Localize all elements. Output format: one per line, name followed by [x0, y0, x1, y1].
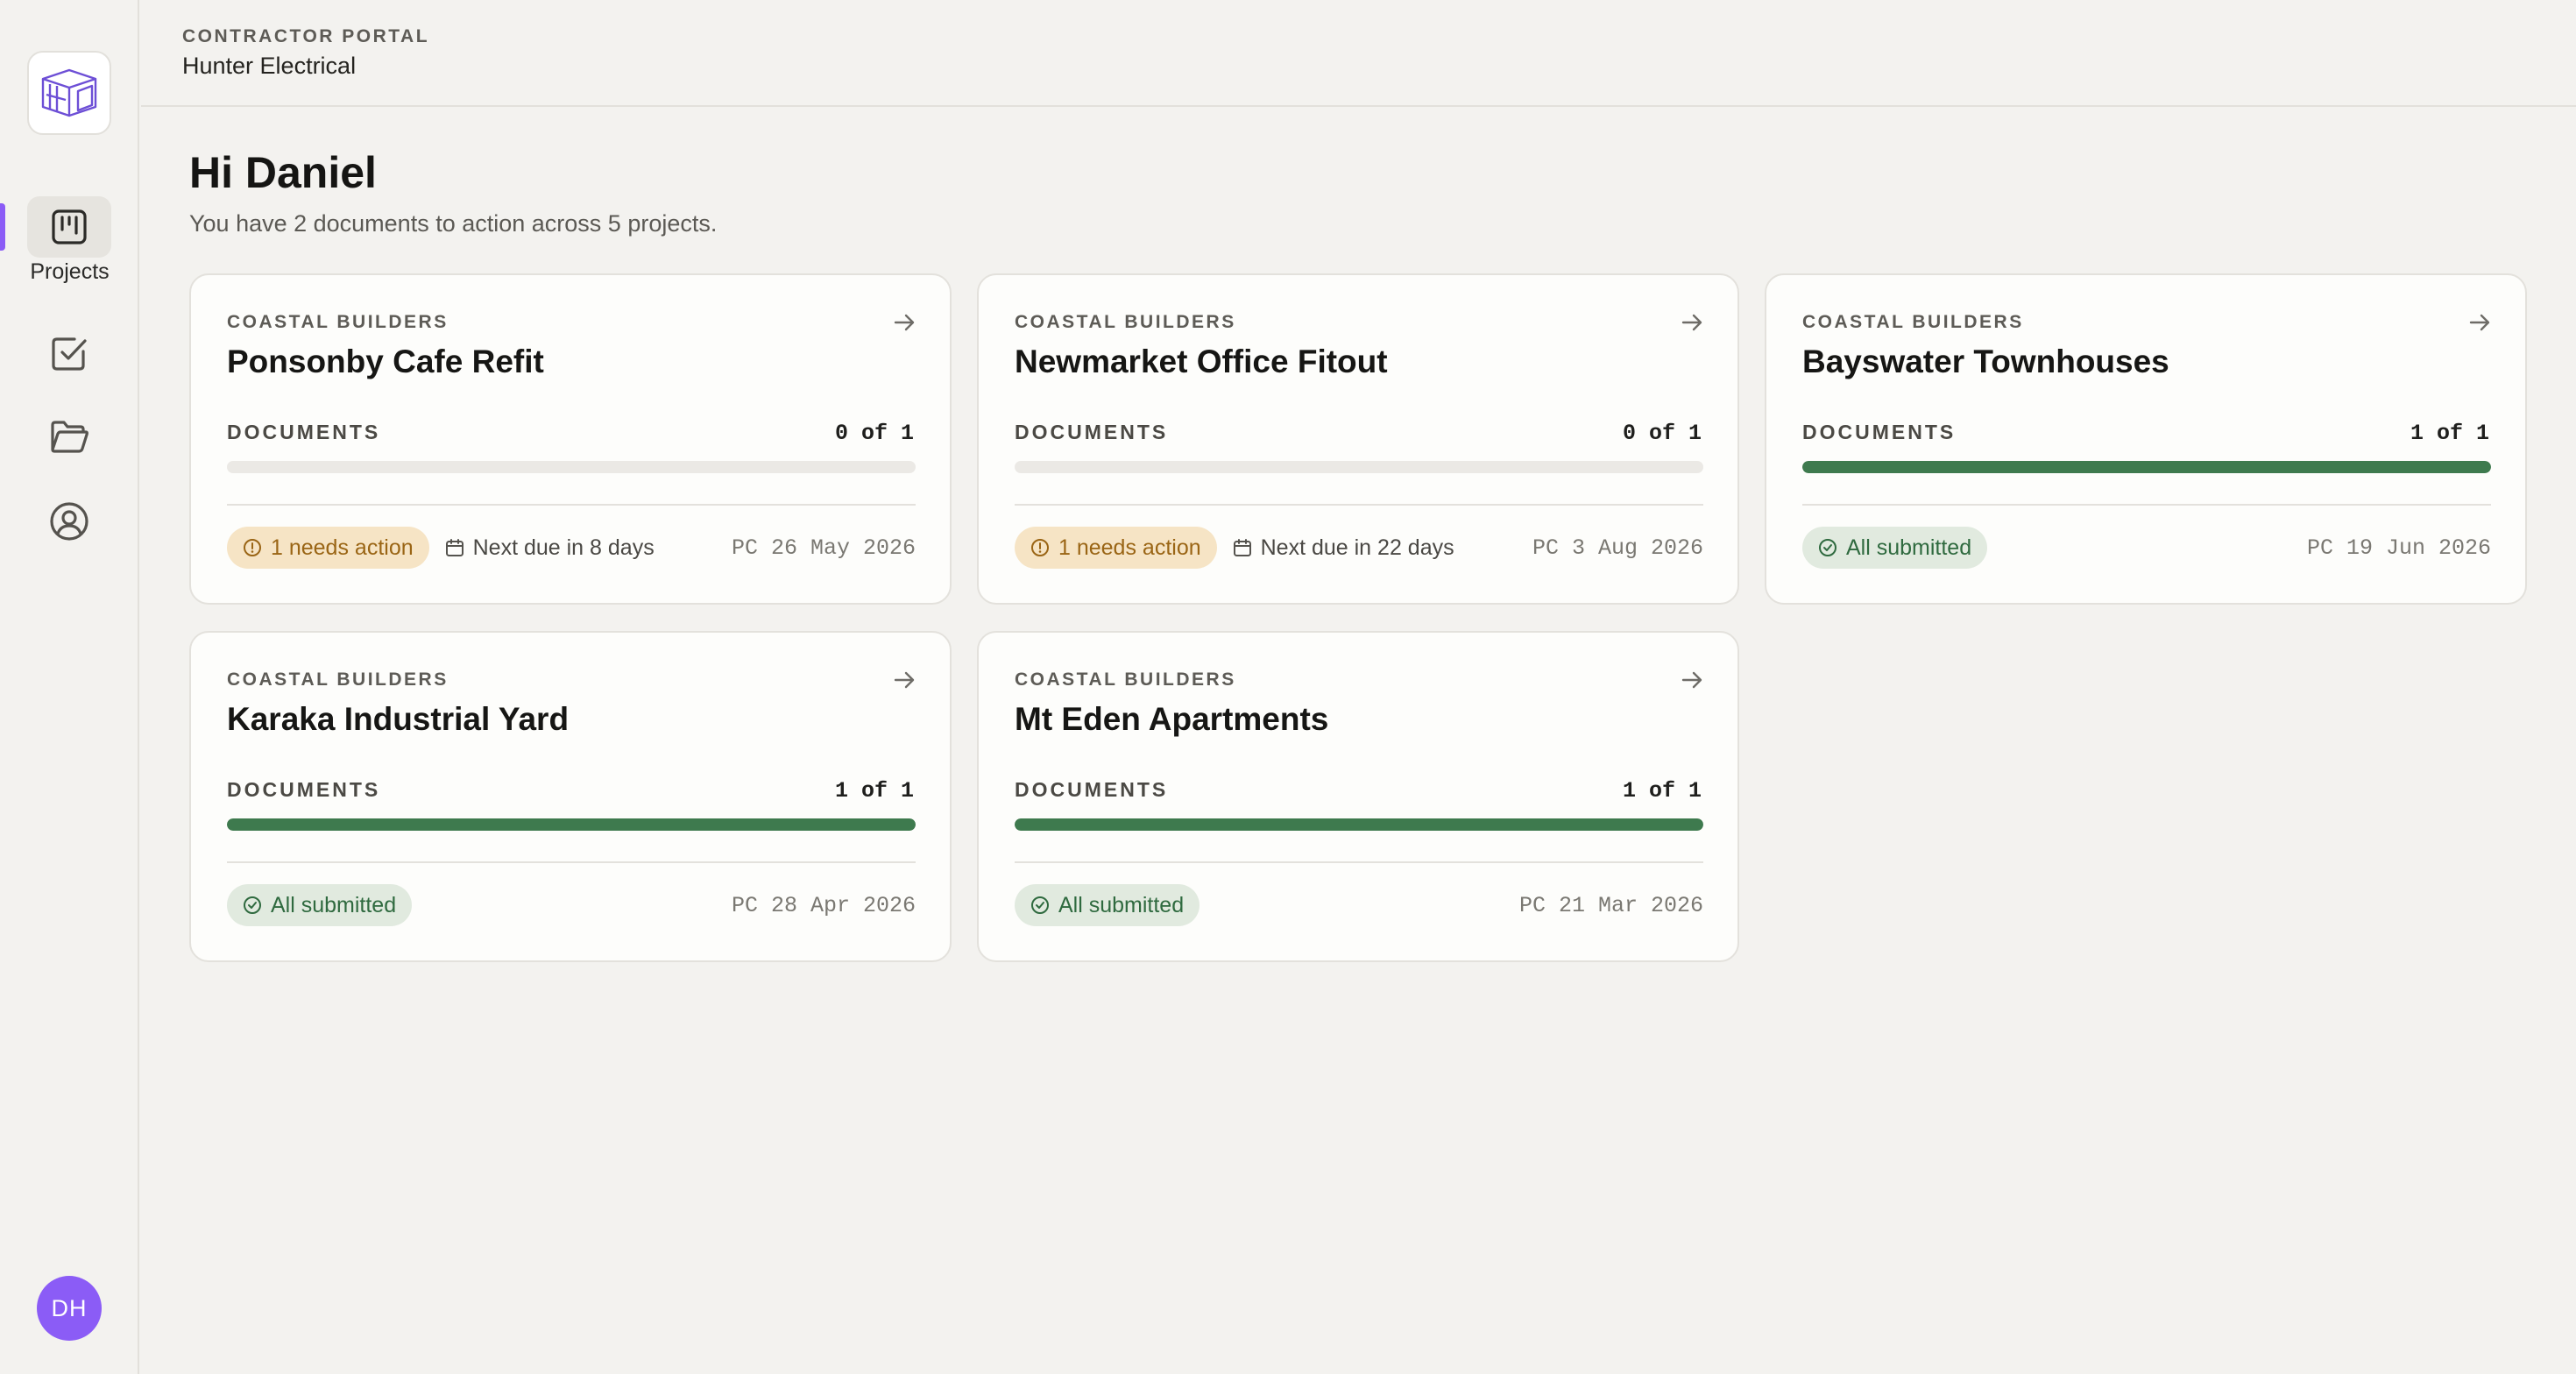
- documents-progress-fill: [227, 818, 916, 831]
- nav-account[interactable]: [27, 491, 111, 552]
- builder-name: COASTAL BUILDERS: [1802, 312, 2024, 332]
- documents-progress-bar: [1015, 818, 1703, 831]
- arrow-right-icon[interactable]: [2467, 310, 2492, 335]
- alert-circle-icon: [244, 539, 261, 556]
- project-title[interactable]: Karaka Industrial Yard: [227, 701, 569, 738]
- checkbox-icon: [52, 337, 87, 371]
- card-divider: [1802, 504, 2491, 506]
- documents-count: 0 of 1: [1622, 421, 1702, 446]
- company-name: Hunter Electrical: [182, 53, 357, 79]
- project-title[interactable]: Ponsonby Cafe Refit: [227, 344, 544, 380]
- check-circle-icon: [1819, 539, 1836, 556]
- check-circle-icon: [1031, 896, 1049, 914]
- project-title[interactable]: Mt Eden Apartments: [1015, 701, 1328, 738]
- builder-name: COASTAL BUILDERS: [227, 669, 449, 690]
- arrow-right-icon[interactable]: [1680, 668, 1704, 692]
- practical-completion-date: PC 26 May 2026: [731, 535, 916, 561]
- arrow-right-icon[interactable]: [892, 310, 916, 335]
- folder-open-icon: [51, 421, 88, 453]
- arrow-right-icon[interactable]: [1680, 310, 1704, 335]
- calendar-icon: [1233, 539, 1251, 556]
- status-label: 1 needs action: [271, 535, 414, 560]
- open-project-button[interactable]: [2467, 310, 2492, 335]
- app-window: Projects DH CONTRACTOR PORTAL Hunter Ele…: [0, 0, 2576, 1374]
- open-project-button[interactable]: [892, 668, 916, 692]
- card-footer: 1 needs action Next due in 22 days PC 3 Au…: [1015, 526, 1703, 570]
- documents-label: DOCUMENTS: [1015, 421, 1169, 443]
- documents-count: 1 of 1: [834, 778, 914, 804]
- card-footer: All submitted PC 21 Mar 2026: [1015, 883, 1703, 927]
- sidebar: Projects DH: [0, 0, 139, 1374]
- building-logo-icon: [41, 68, 97, 117]
- status-label: All submitted: [1846, 535, 1972, 560]
- documents-progress-bar: [1802, 461, 2491, 473]
- builder-name: COASTAL BUILDERS: [227, 312, 449, 332]
- app-logo[interactable]: [27, 51, 111, 135]
- arrow-right-icon[interactable]: [892, 668, 916, 692]
- next-due: Next due in 8 days: [445, 535, 655, 561]
- card-divider: [1015, 861, 1703, 863]
- status-label: 1 needs action: [1058, 535, 1201, 560]
- kanban-board-icon: [52, 209, 87, 244]
- card-divider: [1015, 504, 1703, 506]
- user-avatar[interactable]: DH: [37, 1276, 102, 1341]
- next-due-label: Next due in 22 days: [1260, 535, 1454, 560]
- project-card[interactable]: COASTAL BUILDERS Newmarket Office Fitout D…: [977, 273, 1739, 605]
- project-card[interactable]: COASTAL BUILDERS Karaka Industrial Yard DO…: [189, 631, 952, 962]
- status-badge: All submitted: [227, 884, 413, 926]
- portal-label: CONTRACTOR PORTAL: [182, 26, 430, 46]
- status-label: All submitted: [271, 892, 397, 917]
- project-card[interactable]: COASTAL BUILDERS Mt Eden Apartments DOCUME…: [977, 631, 1739, 962]
- card-divider: [227, 861, 916, 863]
- nav-projects[interactable]: [27, 196, 111, 258]
- practical-completion-date: PC 28 Apr 2026: [731, 892, 916, 918]
- status-badge: 1 needs action: [227, 527, 429, 569]
- page-summary: You have 2 documents to action across 5 …: [189, 210, 718, 237]
- status-label: All submitted: [1058, 892, 1185, 917]
- practical-completion-date: PC 19 Jun 2026: [2306, 535, 2491, 561]
- project-card[interactable]: COASTAL BUILDERS Bayswater Townhouses DOCU…: [1765, 273, 2527, 605]
- builder-name: COASTAL BUILDERS: [1015, 669, 1236, 690]
- documents-label: DOCUMENTS: [1015, 778, 1169, 801]
- next-due-label: Next due in 8 days: [472, 535, 655, 560]
- nav-projects-label[interactable]: Projects: [0, 259, 139, 285]
- documents-progress-fill: [1802, 461, 2491, 473]
- open-project-button[interactable]: [1680, 310, 1704, 335]
- documents-count: 0 of 1: [834, 421, 914, 446]
- alert-circle-icon: [1031, 539, 1049, 556]
- builder-name: COASTAL BUILDERS: [1015, 312, 1236, 332]
- user-circle-icon: [50, 502, 88, 541]
- card-footer: All submitted PC 28 Apr 2026: [227, 883, 916, 927]
- next-due: Next due in 22 days: [1233, 535, 1454, 561]
- open-project-button[interactable]: [892, 310, 916, 335]
- status-badge: 1 needs action: [1015, 527, 1217, 569]
- page-title: Hi Daniel: [189, 148, 377, 197]
- calendar-icon: [445, 539, 464, 556]
- card-divider: [227, 504, 916, 506]
- project-title[interactable]: Bayswater Townhouses: [1802, 344, 2169, 380]
- documents-count: 1 of 1: [1622, 778, 1702, 804]
- documents-progress-bar: [227, 461, 916, 473]
- status-badge: All submitted: [1802, 527, 1988, 569]
- open-project-button[interactable]: [1680, 668, 1704, 692]
- project-card[interactable]: COASTAL BUILDERS Ponsonby Cafe Refit DOCUM…: [189, 273, 952, 605]
- card-footer: All submitted PC 19 Jun 2026: [1802, 526, 2491, 570]
- documents-count: 1 of 1: [2410, 421, 2489, 446]
- top-header: CONTRACTOR PORTAL Hunter Electrical: [141, 0, 2576, 107]
- status-badge: All submitted: [1015, 884, 1200, 926]
- documents-progress-fill: [1015, 818, 1703, 831]
- practical-completion-date: PC 3 Aug 2026: [1532, 535, 1703, 561]
- card-footer: 1 needs action Next due in 8 days PC 26 Ma…: [227, 526, 916, 570]
- documents-label: DOCUMENTS: [1802, 421, 1957, 443]
- practical-completion-date: PC 21 Mar 2026: [1518, 892, 1703, 918]
- check-circle-icon: [244, 896, 261, 914]
- project-title[interactable]: Newmarket Office Fitout: [1015, 344, 1388, 380]
- nav-files[interactable]: [27, 407, 111, 468]
- documents-progress-bar: [1015, 461, 1703, 473]
- nav-tasks[interactable]: [27, 322, 111, 384]
- documents-label: DOCUMENTS: [227, 778, 381, 801]
- nav-active-indicator: [0, 203, 5, 251]
- documents-progress-bar: [227, 818, 916, 831]
- documents-label: DOCUMENTS: [227, 421, 381, 443]
